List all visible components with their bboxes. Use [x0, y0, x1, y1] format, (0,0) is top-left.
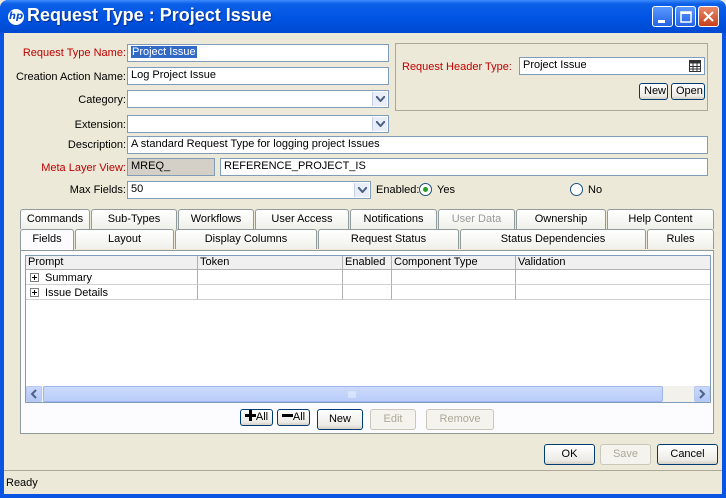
remove-field-button[interactable]: Remove: [426, 409, 494, 430]
meta-layer-view-label: Meta Layer View:: [41, 162, 126, 174]
enabled-yes-label: Yes: [437, 184, 455, 196]
close-button[interactable]: [698, 6, 719, 27]
column-header-validation[interactable]: Validation: [516, 256, 710, 270]
chevron-down-icon: [372, 92, 387, 106]
tab-layout[interactable]: Layout: [75, 229, 174, 249]
scroll-thumb[interactable]: [43, 386, 663, 402]
creation-action-name-field[interactable]: Log Project Issue: [127, 67, 389, 85]
request-header-group: Request Header Type: Project Issue New O…: [395, 43, 708, 111]
horizontal-scrollbar[interactable]: [26, 386, 710, 402]
column-header-enabled[interactable]: Enabled: [343, 256, 392, 270]
fields-table: Prompt Token Enabled Component Type Vali…: [25, 255, 711, 403]
scroll-right-button[interactable]: [694, 386, 710, 402]
edit-field-button[interactable]: Edit: [370, 409, 416, 430]
row-prompt: Issue Details: [45, 287, 108, 299]
collapse-all-button[interactable]: All: [277, 409, 310, 426]
grip-icon: [348, 391, 356, 398]
status-bar: Ready: [4, 470, 722, 494]
column-header-token[interactable]: Token: [198, 256, 343, 270]
category-label: Category:: [78, 94, 126, 106]
row-prompt: Summary: [45, 272, 93, 284]
enabled-label: Enabled:: [376, 184, 420, 196]
tab-fields[interactable]: Fields: [20, 229, 74, 251]
chevron-right-icon: [699, 389, 706, 399]
expand-all-button[interactable]: All: [240, 409, 273, 426]
tab-user-data[interactable]: User Data: [438, 209, 515, 229]
hp-logo-icon: hp: [8, 9, 24, 25]
column-header-component-type[interactable]: Component Type: [392, 256, 516, 270]
maximize-button[interactable]: [675, 6, 696, 27]
dialog-body: Request Type Name: Project Issue Creatio…: [4, 33, 722, 494]
description-label: Description:: [67, 139, 126, 151]
max-fields-dropdown[interactable]: 50: [127, 181, 371, 199]
tab-rules[interactable]: Rules: [647, 229, 714, 249]
tab-row-front: Fields Layout Display Columns Request St…: [20, 229, 714, 251]
tab-sub-types[interactable]: Sub-Types: [91, 209, 177, 229]
tab-ownership[interactable]: Ownership: [516, 209, 606, 229]
scroll-left-button[interactable]: [26, 386, 42, 402]
tab-display-columns[interactable]: Display Columns: [175, 229, 317, 249]
extension-label: Extension:: [74, 119, 126, 131]
tab-workflows[interactable]: Workflows: [178, 209, 254, 229]
header-open-button[interactable]: Open: [671, 83, 705, 100]
meta-layer-prefix: MREQ_: [127, 158, 215, 176]
status-text: Ready: [6, 477, 38, 489]
ok-button[interactable]: OK: [544, 444, 595, 465]
enabled-no-label: No: [588, 184, 603, 196]
minus-icon: [281, 414, 293, 417]
lookup-icon[interactable]: [689, 60, 701, 72]
minimize-button[interactable]: [652, 6, 673, 27]
window-frame-bottom: [0, 494, 726, 498]
plus-icon: [244, 410, 256, 421]
request-header-type-field[interactable]: Project Issue: [519, 57, 705, 75]
expand-icon[interactable]: [30, 287, 39, 297]
enabled-yes-radio[interactable]: [419, 183, 432, 196]
request-type-name-label: Request Type Name:: [22, 47, 126, 59]
tab-help-content[interactable]: Help Content: [607, 209, 714, 229]
chevron-down-icon: [372, 117, 387, 131]
enabled-no-radio[interactable]: [570, 183, 583, 196]
window: hp Request Type : Project Issue Request …: [0, 0, 726, 498]
header-new-button[interactable]: New: [639, 83, 668, 100]
window-title: Request Type : Project Issue: [27, 5, 272, 25]
tab-user-access[interactable]: User Access: [255, 209, 349, 229]
close-icon: [703, 11, 714, 22]
tab-commands[interactable]: Commands: [20, 209, 90, 229]
title-bar[interactable]: hp Request Type : Project Issue: [0, 0, 726, 33]
chevron-down-icon: [354, 183, 369, 197]
meta-layer-view-field[interactable]: REFERENCE_PROJECT_IS: [220, 158, 708, 176]
chevron-left-icon: [30, 389, 37, 399]
maximize-icon: [680, 11, 692, 23]
description-field[interactable]: A standard Request Type for logging proj…: [127, 136, 708, 154]
extension-dropdown[interactable]: [127, 115, 389, 133]
expand-icon[interactable]: [30, 272, 39, 282]
max-fields-label: Max Fields:: [69, 184, 126, 196]
category-dropdown[interactable]: [127, 90, 389, 108]
tab-row-back: Commands Sub-Types Workflows User Access…: [20, 209, 714, 229]
tab-request-status[interactable]: Request Status: [318, 229, 459, 249]
creation-action-name-label: Creation Action Name:: [15, 71, 126, 83]
request-header-type-label: Request Header Type:: [402, 61, 512, 73]
new-field-button[interactable]: New: [317, 409, 363, 430]
tab-status-dependencies[interactable]: Status Dependencies: [460, 229, 646, 249]
fields-panel: Prompt Token Enabled Component Type Vali…: [20, 250, 714, 434]
save-button[interactable]: Save: [600, 444, 651, 465]
tab-notifications[interactable]: Notifications: [350, 209, 437, 229]
column-header-prompt[interactable]: Prompt: [26, 256, 198, 270]
cancel-button[interactable]: Cancel: [657, 444, 718, 465]
minimize-icon: [658, 20, 665, 23]
request-type-name-field[interactable]: Project Issue: [127, 44, 389, 62]
